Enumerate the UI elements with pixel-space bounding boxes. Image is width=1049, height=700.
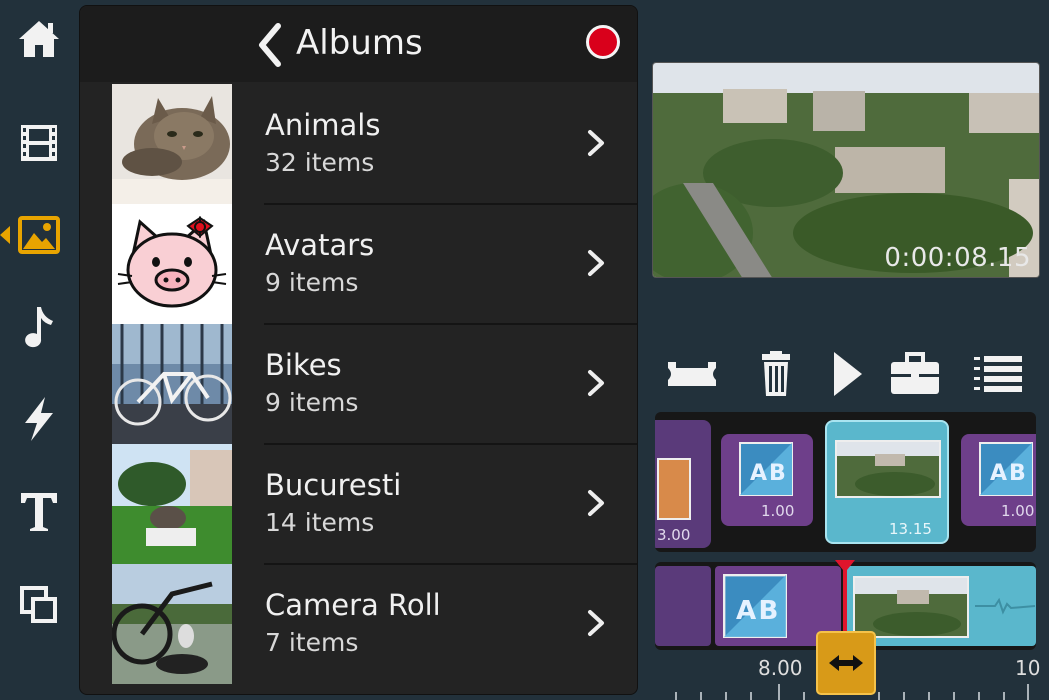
album-row-animals[interactable]: Animals 32 items: [80, 84, 637, 205]
chevron-right-icon: [588, 490, 604, 516]
trash-icon[interactable]: [747, 348, 805, 400]
lightning-icon[interactable]: [14, 394, 64, 444]
ruler-tick: [725, 692, 727, 700]
album-count: 32 items: [265, 148, 375, 177]
album-row-camera-roll[interactable]: Camera Roll 7 items: [80, 564, 637, 684]
ruler-tick: [978, 692, 980, 700]
ruler-tick: [1027, 684, 1029, 700]
list-icon[interactable]: [969, 348, 1027, 400]
split-icon[interactable]: [663, 348, 721, 400]
chevron-right-icon: [588, 610, 604, 636]
album-row-avatars[interactable]: Avatars 9 items: [80, 204, 637, 325]
album-name: Bikes: [265, 348, 342, 382]
play-icon[interactable]: [817, 348, 875, 400]
clip-thumbnail: [853, 576, 969, 638]
ruler-tick: [903, 692, 905, 700]
film-icon[interactable]: [14, 118, 64, 168]
ruler-label: 8.00: [758, 656, 803, 680]
album-count: 7 items: [265, 628, 359, 657]
album-name: Camera Roll: [265, 588, 441, 622]
layers-icon[interactable]: [14, 580, 64, 630]
timeline-clip-selected[interactable]: 13.15: [825, 420, 949, 544]
timeline-clip[interactable]: [655, 566, 711, 646]
ruler-tick: [878, 692, 880, 700]
ruler-tick: [700, 692, 702, 700]
back-chevron-icon[interactable]: [252, 20, 286, 70]
clip-duration: 13.15: [889, 520, 932, 538]
album-name: Bucuresti: [265, 468, 402, 502]
chevron-right-icon: [588, 130, 604, 156]
album-count: 14 items: [265, 508, 375, 537]
albums-panel: Albums Animals 32 items Avatars 9 items …: [79, 5, 638, 695]
record-button[interactable]: [586, 25, 620, 59]
home-icon[interactable]: [14, 14, 64, 64]
transition-ab-icon: A B: [979, 442, 1033, 496]
album-row-bikes[interactable]: Bikes 9 items: [80, 324, 637, 445]
chevron-right-icon: [588, 250, 604, 276]
clip-thumbnail: [835, 440, 941, 498]
preview-timecode: 0:00:08.15: [884, 243, 1031, 273]
albums-header: Albums: [80, 6, 637, 82]
ruler-tick: [750, 692, 752, 700]
album-count: 9 items: [265, 268, 359, 297]
album-thumbnail: [112, 564, 232, 684]
clip-duration: 3.00: [657, 526, 691, 544]
album-name: Avatars: [265, 228, 375, 262]
svg-text:A: A: [990, 461, 1007, 486]
timeline-track-video[interactable]: 3.00 A B 1.00 13.15 A B 1.00: [655, 412, 1036, 552]
album-count: 9 items: [265, 388, 359, 417]
album-thumbnail: [112, 444, 232, 564]
ruler-tick: [1003, 692, 1005, 700]
music-note-icon[interactable]: [14, 302, 64, 352]
transition-clip[interactable]: A B 1.00: [721, 434, 813, 526]
album-thumbnail: [112, 324, 232, 444]
transition-ab-icon: A B: [723, 574, 787, 638]
clip-thumbnail: [657, 458, 691, 520]
clip-duration: 1.00: [1001, 502, 1035, 520]
ruler-tick: [928, 692, 930, 700]
clip-duration: 1.00: [761, 502, 795, 520]
album-name: Animals: [265, 108, 381, 142]
chevron-right-icon: [588, 370, 604, 396]
svg-text:A: A: [750, 461, 767, 486]
active-tool-marker: [0, 226, 10, 244]
timeline-ruler: 8.00 10: [655, 652, 1049, 700]
svg-text:A: A: [736, 596, 757, 626]
video-preview[interactable]: 0:00:08.15: [652, 62, 1040, 278]
albums-title: Albums: [296, 23, 423, 63]
album-thumbnail: [112, 84, 232, 204]
svg-text:B: B: [769, 461, 786, 486]
toolbar: [0, 0, 78, 700]
toolbox-icon[interactable]: [886, 348, 944, 400]
transition-clip[interactable]: A B 1.00: [961, 434, 1036, 526]
svg-text:B: B: [1009, 461, 1026, 486]
ruler-tick: [953, 692, 955, 700]
photo-icon[interactable]: [14, 210, 64, 260]
album-thumbnail: [112, 204, 232, 324]
ruler-label: 10: [1015, 656, 1041, 680]
audio-waveform: [975, 597, 1035, 615]
timeline-clip[interactable]: 3.00: [655, 420, 711, 548]
svg-text:B: B: [759, 596, 779, 626]
ruler-tick: [778, 684, 780, 700]
album-row-bucuresti[interactable]: Bucuresti 14 items: [80, 444, 637, 565]
text-t-icon[interactable]: [14, 486, 64, 536]
ruler-tick: [803, 692, 805, 700]
ruler-tick: [675, 692, 677, 700]
transition-ab-icon: A B: [739, 442, 793, 496]
